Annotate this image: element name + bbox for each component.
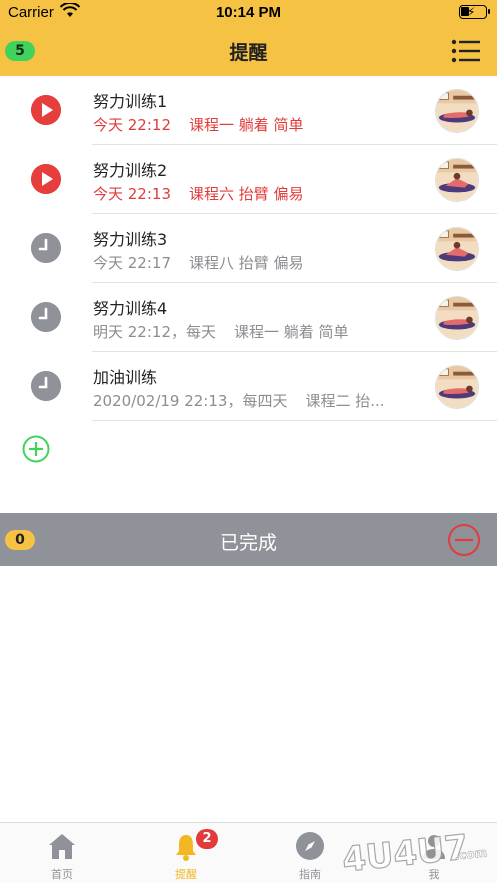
completed-title: 已完成: [219, 532, 277, 554]
reminder-list: 努力训练1 今天 22:12 课程一 躺着 简单 努力训练2 今天 22:13 课程…: [0, 76, 497, 421]
reminder-course: 课程二 抬...: [305, 392, 385, 410]
add-reminder-icon[interactable]: [22, 435, 50, 463]
reminder-time: 今天 22:17: [93, 254, 171, 272]
reminder-title: 努力训练1: [93, 92, 168, 111]
tab-label: 首页: [51, 868, 73, 881]
reminder-row[interactable]: 努力训练2 今天 22:13 课程六 抬臂 偏易: [0, 145, 497, 214]
clock-icon[interactable]: [31, 371, 61, 401]
exercise-thumbnail: [435, 365, 479, 409]
reminder-schedule: 今天 22:12 课程一 躺着 简单: [93, 114, 304, 135]
play-icon[interactable]: [31, 164, 61, 194]
reminder-time: 明天 22:12，每天: [93, 323, 216, 341]
reminder-row[interactable]: 加油训练 2020/02/19 22:13，每四天 课程二 抬...: [0, 352, 497, 421]
reminder-title: 努力训练4: [93, 299, 168, 318]
watermark-logo: 4U4U7 .com: [340, 827, 488, 880]
reminder-time: 今天 22:13: [93, 185, 171, 203]
nav-header: 5 提醒: [0, 26, 497, 76]
svg-text:4U4U7: 4U4U7: [340, 827, 470, 880]
reminder-schedule: 2020/02/19 22:13，每四天 课程二 抬...: [93, 390, 385, 411]
exercise-thumbnail: [435, 227, 479, 271]
reminder-course: 课程一 躺着 简单: [234, 323, 349, 341]
reminder-schedule: 今天 22:13 课程六 抬臂 偏易: [93, 183, 304, 204]
clock-icon[interactable]: [31, 302, 61, 332]
clock-icon[interactable]: [31, 233, 61, 263]
remove-circle-icon[interactable]: [447, 523, 481, 557]
list-menu-icon[interactable]: [451, 39, 481, 63]
play-icon[interactable]: [31, 95, 61, 125]
reminder-time: 2020/02/19 22:13，每四天: [93, 392, 288, 410]
exercise-thumbnail: [435, 158, 479, 202]
reminder-schedule: 明天 22:12，每天 课程一 躺着 简单: [93, 321, 349, 342]
reminder-course: 课程八 抬臂 偏易: [189, 254, 304, 272]
home-icon: [49, 834, 75, 859]
notification-badge: 2: [196, 829, 218, 849]
reminder-row[interactable]: 努力训练1 今天 22:12 课程一 躺着 简单: [0, 76, 497, 145]
reminder-time: 今天 22:12: [93, 116, 171, 134]
reminder-course: 课程一 躺着 简单: [189, 116, 304, 134]
status-bar: Carrier 10:14 PM ⚡: [0, 0, 497, 26]
exercise-thumbnail: [435, 296, 479, 340]
exercise-thumbnail: [435, 89, 479, 133]
battery-icon: ⚡: [459, 5, 490, 19]
reminder-course: 课程六 抬臂 偏易: [189, 185, 304, 203]
reminder-title: 努力训练2: [93, 161, 168, 180]
tab-reminders[interactable]: 2 提醒: [124, 823, 248, 883]
reminder-title: 加油训练: [93, 368, 158, 387]
compass-icon: [296, 832, 324, 860]
page-title: 提醒: [229, 42, 268, 64]
svg-text:.com: .com: [454, 845, 488, 862]
tab-home[interactable]: 首页: [0, 823, 124, 883]
tab-label: 提醒: [175, 868, 197, 881]
clock: 10:14 PM: [215, 4, 282, 21]
reminder-row[interactable]: 努力训练4 明天 22:12，每天 课程一 躺着 简单: [0, 283, 497, 352]
reminder-schedule: 今天 22:17 课程八 抬臂 偏易: [93, 252, 304, 273]
reminder-title: 努力训练3: [93, 230, 168, 249]
reminder-row[interactable]: 努力训练3 今天 22:17 课程八 抬臂 偏易: [0, 214, 497, 283]
completed-section-header[interactable]: 0 已完成: [0, 513, 497, 566]
